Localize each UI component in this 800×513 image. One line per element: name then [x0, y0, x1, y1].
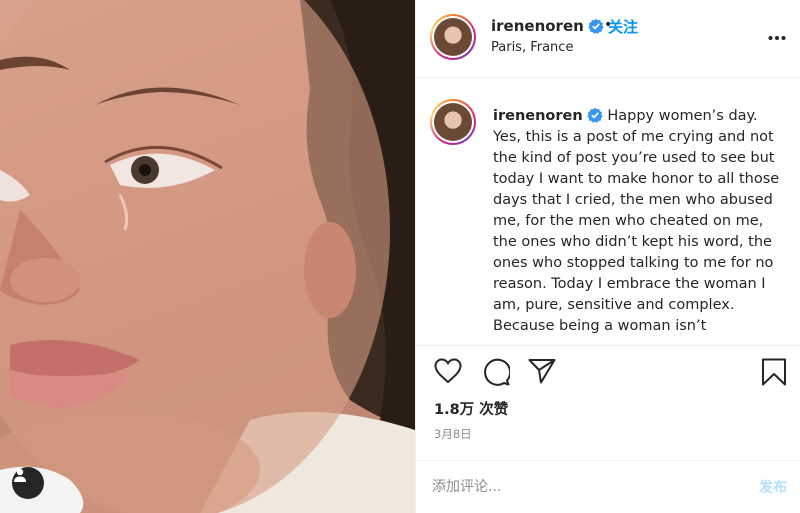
follow-button[interactable]: 关注: [608, 16, 638, 37]
caption-username[interactable]: irenenoren: [493, 108, 583, 124]
post-header: irenenoren • 关注 Paris, France: [416, 0, 800, 78]
likes-count[interactable]: 1.8万 次赞: [434, 398, 508, 419]
verified-badge-icon: [588, 18, 604, 34]
post-date[interactable]: 3月8日: [434, 426, 472, 442]
comment-button[interactable]: [482, 358, 512, 390]
tagged-users-button[interactable]: [12, 467, 44, 499]
person-icon: [14, 468, 26, 482]
caption-section: irenenoren Happy women’s day. Yes, this …: [416, 79, 800, 345]
action-bar: [416, 345, 800, 395]
like-button[interactable]: [434, 358, 462, 388]
caption-avatar[interactable]: [430, 99, 476, 145]
save-button[interactable]: [761, 358, 787, 390]
comment-bar: 发布: [416, 460, 800, 513]
caption-text: irenenoren Happy women’s day. Yes, this …: [493, 106, 788, 337]
post-comment-button[interactable]: 发布: [759, 477, 787, 497]
more-horizontal-icon: [768, 36, 786, 40]
header-username[interactable]: irenenoren: [491, 17, 604, 35]
share-button[interactable]: [528, 358, 556, 388]
avatar[interactable]: [430, 14, 476, 60]
bookmark-icon: [762, 358, 786, 386]
verified-badge-icon: [587, 107, 603, 123]
paper-plane-icon: [528, 359, 556, 384]
photo-illustration: [0, 0, 415, 513]
more-options-button[interactable]: [768, 26, 786, 45]
heart-icon: [434, 358, 462, 384]
post-details-panel: irenenoren • 关注 Paris, France irenenoren…: [415, 0, 800, 513]
header-username-text[interactable]: irenenoren: [491, 17, 584, 35]
location-link[interactable]: Paris, France: [491, 40, 573, 55]
comment-icon: [484, 358, 512, 386]
comment-input[interactable]: [432, 475, 732, 499]
caption-body: Happy women’s day. Yes, this is a post o…: [493, 108, 780, 334]
post-photo: [0, 0, 415, 513]
